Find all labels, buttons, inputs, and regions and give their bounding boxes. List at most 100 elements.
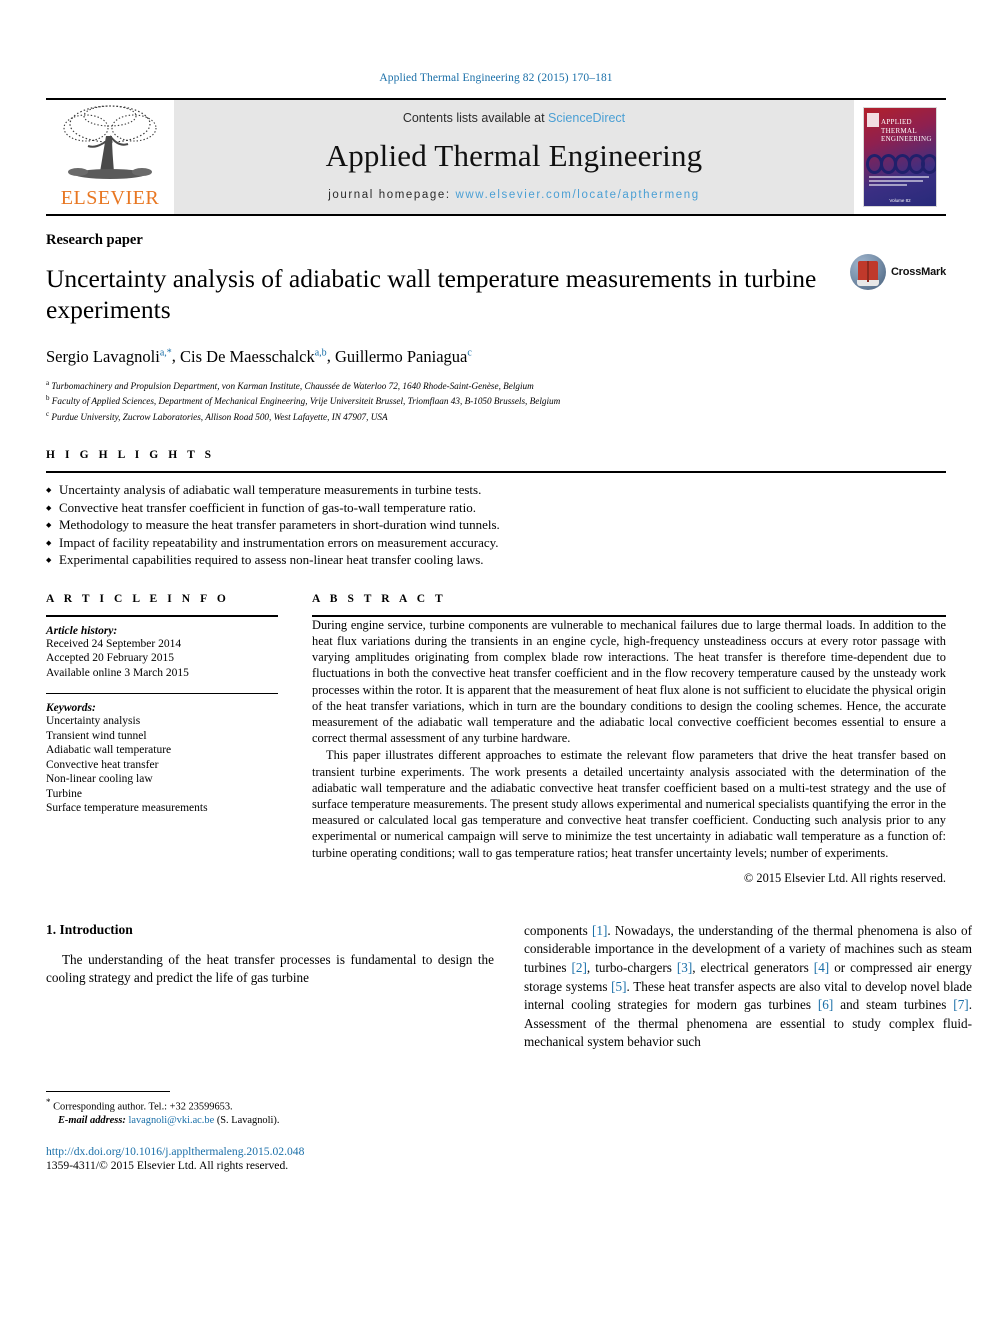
history-item: Accepted 20 February 2015 — [46, 652, 175, 665]
journal-homepage-link[interactable]: www.elsevier.com/locate/apthermeng — [456, 189, 700, 201]
crossmark-badge[interactable]: CrossMark — [849, 254, 946, 290]
email-link[interactable]: lavagnoli@vki.ac.be — [128, 1115, 214, 1126]
author-entry: Sergio Lavagnolia,* — [46, 347, 172, 366]
cover-title: APPLIED THERMAL ENGINEERING — [881, 118, 932, 143]
keyword-item: Surface temperature measurements — [46, 802, 208, 815]
keyword-item: Turbine — [46, 787, 82, 800]
crossmark-icon — [849, 254, 886, 290]
highlight-item: Convective heat transfer coefficient in … — [46, 499, 946, 517]
article-info-rule — [46, 614, 278, 617]
elsevier-wordmark: ELSEVIER — [60, 187, 160, 209]
body-paragraph: components [1]. Nowadays, the understand… — [524, 922, 972, 1052]
sciencedirect-link[interactable]: ScienceDirect — [548, 111, 625, 125]
body-text: and steam turbines — [833, 997, 954, 1013]
author-name: Sergio Lavagnoli — [46, 346, 160, 366]
email-note: E-mail address: lavagnoli@vki.ac.be (S. … — [46, 1114, 494, 1128]
author-marks: c — [467, 347, 472, 359]
citation-link[interactable]: [5] — [611, 979, 626, 994]
citation-link[interactable]: [1] — [592, 923, 607, 938]
journal-title: Applied Thermal Engineering — [325, 138, 703, 173]
citation-link[interactable]: [4] — [814, 960, 829, 975]
section-title: 1. Introduction — [46, 921, 133, 937]
keywords-label: Keywords: — [46, 702, 96, 715]
paper-type: Research paper — [46, 232, 143, 248]
highlights-heading: H I G H L I G H T S — [46, 449, 215, 462]
body-paragraph: The understanding of the heat transfer p… — [46, 951, 494, 986]
running-head: Applied Thermal Engineering 82 (2015) 17… — [379, 72, 613, 84]
homepage-prefix: journal homepage: — [328, 189, 456, 201]
contents-line: Contents lists available at ScienceDirec… — [403, 111, 625, 125]
highlights-section: H I G H L I G H T S Uncertainty analysis… — [46, 449, 946, 569]
journal-band: Contents lists available at ScienceDirec… — [174, 100, 854, 214]
author-name: Guillermo Paniagua — [334, 346, 468, 366]
highlights-list: Uncertainty analysis of adiabatic wall t… — [46, 481, 946, 569]
contents-prefix: Contents lists available at — [402, 111, 549, 125]
paper-page: Applied Thermal Engineering 82 (2015) 17… — [0, 0, 992, 1323]
keyword-item: Transient wind tunnel — [46, 729, 147, 742]
abstract-heading: A B S T R A C T — [312, 592, 447, 605]
abstract-copyright: © 2015 Elsevier Ltd. All rights reserved… — [743, 870, 946, 885]
author-marks: a,b — [314, 347, 327, 359]
cover-editor-lines — [869, 176, 932, 190]
citation-link[interactable]: [3] — [677, 960, 692, 975]
crossmark-label: CrossMark — [890, 266, 946, 278]
body-columns: 1. Introduction The understanding of the… — [46, 922, 972, 1172]
issn-copyright: 1359-4311/© 2015 Elsevier Ltd. All right… — [46, 1158, 289, 1172]
footnote-block: * Corresponding author. Tel.: +32 235996… — [46, 1091, 494, 1172]
highlight-item: Methodology to measure the heat transfer… — [46, 516, 946, 534]
journal-cover-thumbnail: APPLIED THERMAL ENGINEERING Volume 82 — [854, 100, 946, 214]
author-marks: a,* — [159, 347, 172, 359]
keyword-item: Adiabatic wall temperature — [46, 744, 172, 757]
elsevier-logo: ELSEVIER — [46, 100, 174, 214]
citation-link[interactable]: [2] — [572, 960, 587, 975]
article-info-heading: A R T I C L E I N F O — [46, 592, 230, 605]
page-title: Uncertainty analysis of adiabatic wall t… — [46, 264, 817, 324]
corresponding-author-note: * Corresponding author. Tel.: +32 235996… — [46, 1097, 233, 1113]
body-text: components — [524, 922, 592, 938]
affiliation-list: a Turbomachinery and Propulsion Departme… — [46, 377, 946, 424]
cover-volume-label: Volume 82 — [889, 198, 911, 203]
email-suffix: (S. Lavagnoli). — [216, 1115, 280, 1127]
author-entry: Cis De Maesschalcka,b — [180, 347, 327, 366]
keywords-rule — [46, 693, 278, 695]
highlight-item: Experimental capabilities required to as… — [46, 551, 946, 569]
highlight-item: Uncertainty analysis of adiabatic wall t… — [46, 481, 946, 499]
author-list: Sergio Lavagnolia,*, Cis De Maesschalcka… — [46, 346, 472, 366]
footnote-rule — [46, 1091, 170, 1093]
abstract-paragraph: This paper illustrates different approac… — [312, 748, 946, 860]
asterisk-icon: * — [46, 1097, 51, 1108]
affiliation-item: b Faculty of Applied Sciences, Departmen… — [46, 394, 561, 407]
body-column-left: 1. Introduction The understanding of the… — [46, 922, 494, 1172]
abstract-paragraph: During engine service, turbine component… — [312, 617, 946, 746]
elsevier-tree-icon — [56, 102, 164, 188]
doi-block: http://dx.doi.org/10.1016/j.applthermale… — [46, 1145, 494, 1172]
highlights-rule — [46, 471, 946, 474]
cover-elsevier-mark-icon — [867, 113, 879, 127]
journal-masthead: ELSEVIER Contents lists available at Sci… — [46, 98, 946, 216]
affiliation-item: c Purdue University, Zucrow Laboratories… — [46, 409, 388, 422]
keyword-item: Non-linear cooling law — [46, 773, 153, 786]
cover-art: APPLIED THERMAL ENGINEERING Volume 82 — [863, 107, 937, 207]
info-abstract-row: A R T I C L E I N F O Article history: R… — [46, 593, 946, 886]
body-column-right: components [1]. Nowadays, the understand… — [524, 922, 972, 1172]
doi-link[interactable]: http://dx.doi.org/10.1016/j.applthermale… — [46, 1145, 494, 1158]
citation-link[interactable]: [6] — [818, 997, 833, 1012]
journal-homepage-line: journal homepage: www.elsevier.com/locat… — [328, 189, 700, 201]
keyword-item: Convective heat transfer — [46, 758, 159, 771]
history-item: Received 24 September 2014 — [46, 637, 182, 650]
history-item: Available online 3 March 2015 — [46, 666, 189, 679]
affiliation-item: a Turbomachinery and Propulsion Departme… — [46, 378, 534, 391]
article-history-label: Article history: — [46, 624, 118, 637]
email-label: E-mail address: — [58, 1115, 126, 1127]
author-name: Cis De Maesschalck — [180, 346, 315, 366]
body-text: , electrical generators — [692, 960, 814, 975]
citation-link[interactable]: [7] — [953, 997, 968, 1012]
keyword-item: Uncertainty analysis — [46, 715, 141, 728]
article-header: CrossMark Research paper Uncertainty ana… — [46, 232, 946, 423]
body-text: , turbo-chargers — [586, 960, 677, 975]
abstract-column: A B S T R A C T During engine service, t… — [312, 593, 946, 886]
article-info-column: A R T I C L E I N F O Article history: R… — [46, 593, 278, 886]
highlight-item: Impact of facility repeatability and ins… — [46, 534, 946, 552]
author-entry: Guillermo Paniaguac — [335, 347, 472, 366]
cover-rings-graphic — [864, 154, 936, 176]
